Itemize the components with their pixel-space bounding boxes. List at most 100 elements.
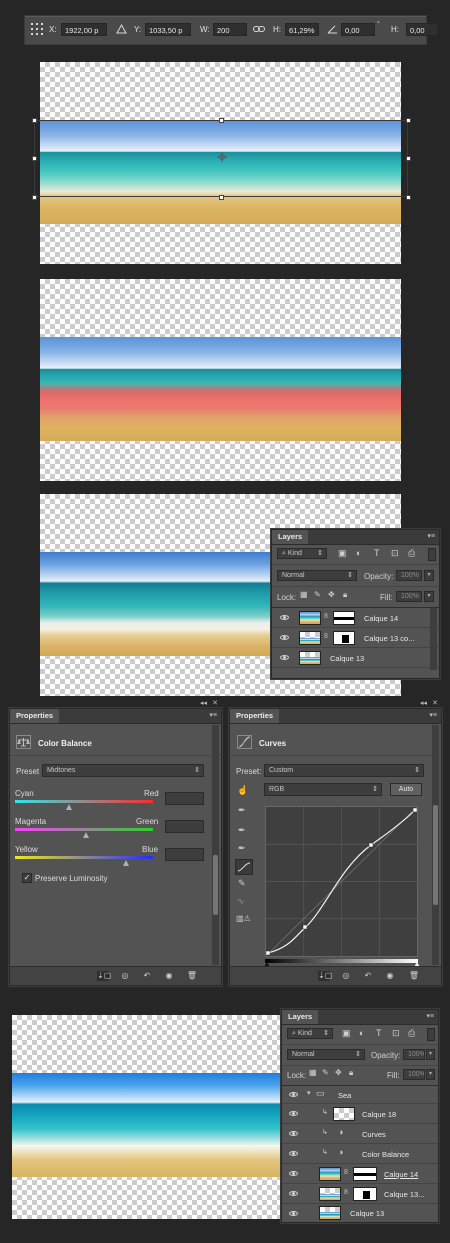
layer-name[interactable]: Calque 14 — [384, 1170, 418, 1179]
kind-filter[interactable]: ⌕ Kind ⇕ — [277, 548, 327, 559]
opacity-dropdown-icon[interactable]: ▾ — [424, 570, 434, 581]
lock-image-icon[interactable]: ✎ — [322, 1068, 329, 1077]
layer-mask-thumbnail[interactable] — [353, 1167, 377, 1181]
transform-handle[interactable] — [32, 156, 37, 161]
collapse-icon[interactable]: ◂◂ — [420, 699, 427, 707]
canvas-final[interactable] — [12, 1015, 281, 1219]
visibility-toggle-icon[interactable]: ◉ — [384, 971, 396, 981]
layer-name[interactable]: Calque 14 — [364, 614, 398, 623]
clipping-warning-icon[interactable]: ▥⚠ — [236, 914, 251, 923]
layer-name[interactable]: Calque 18 — [362, 1110, 396, 1119]
visibility-eye-icon[interactable] — [289, 1111, 298, 1116]
tab-layers[interactable]: Layers — [272, 530, 309, 544]
transform-handle[interactable] — [32, 118, 37, 123]
kind-filter[interactable]: ⌕ Kind ⇕ — [287, 1028, 333, 1039]
blend-mode-select[interactable]: Normal ⇕ — [287, 1049, 365, 1060]
panel-menu-icon[interactable]: ▾≡ — [209, 711, 217, 719]
x-field[interactable]: 1922,00 p — [61, 23, 107, 36]
visibility-eye-icon[interactable] — [280, 655, 289, 660]
layer-mask-thumbnail[interactable] — [353, 1187, 377, 1201]
skew-h-field[interactable]: 0,00 — [406, 23, 438, 36]
filter-smartobject-icon[interactable]: ⎙ — [408, 1028, 415, 1039]
layer-row[interactable]: Calque 13 — [272, 648, 439, 668]
delta-icon[interactable] — [116, 23, 127, 36]
channel-select[interactable]: RGB ⇕ — [264, 783, 382, 796]
tab-properties[interactable]: Properties — [10, 709, 60, 723]
transform-handle[interactable] — [219, 195, 224, 200]
slider-knob[interactable] — [123, 860, 129, 866]
layer-row[interactable]: 8 Calque 14 — [272, 608, 439, 628]
lock-position-icon[interactable]: ✥ — [335, 1068, 342, 1077]
gray-point-eyedropper-icon[interactable]: ✒ — [238, 825, 246, 836]
filter-type-icon[interactable]: T — [376, 1028, 382, 1038]
fill-dropdown-icon[interactable]: ▾ — [426, 1069, 435, 1080]
w-field[interactable]: 200 — [213, 23, 247, 36]
scroll-thumb[interactable] — [213, 855, 218, 915]
delete-icon[interactable]: 🗑︎ — [408, 971, 420, 981]
layer-name[interactable]: Sea — [338, 1091, 351, 1100]
reset-icon[interactable]: ↶ — [141, 971, 153, 981]
layer-row[interactable]: ↳ ◑ Color Balance — [282, 1144, 438, 1164]
pencil-draw-icon[interactable]: ✎ — [238, 878, 246, 889]
preserve-luminosity-checkbox[interactable]: ✓ — [22, 873, 32, 883]
reset-icon[interactable]: ↶ — [362, 971, 374, 981]
panel-menu-icon[interactable]: ▾≡ — [427, 532, 435, 540]
group-expand-icon[interactable]: ▾ — [307, 1089, 311, 1097]
filter-pixel-icon[interactable]: ▣ — [338, 548, 347, 559]
panel-menu-icon[interactable]: ▾≡ — [426, 1012, 434, 1020]
opacity-dropdown-icon[interactable]: ▾ — [426, 1049, 435, 1060]
delete-icon[interactable]: 🗑︎ — [186, 971, 198, 981]
black-point-eyedropper-icon[interactable]: ✒ — [238, 805, 246, 816]
layer-mask-thumbnail[interactable] — [333, 611, 355, 625]
clip-to-layer-icon[interactable]: ⇣▢ — [97, 971, 111, 981]
layer-row[interactable]: ↳ ◑ Curves — [282, 1124, 438, 1144]
panel-menu-icon[interactable]: ▾≡ — [429, 711, 437, 719]
view-previous-icon[interactable]: ◎ — [340, 971, 352, 981]
opacity-field[interactable]: 100% — [396, 570, 422, 581]
mask-link-icon[interactable]: 8 — [344, 1189, 348, 1196]
lock-all-icon[interactable]: 🔒︎ — [349, 1068, 353, 1078]
yellow-blue-slider[interactable] — [15, 856, 153, 859]
blend-mode-select[interactable]: Normal ⇕ — [277, 570, 357, 581]
properties-scrollbar[interactable] — [432, 725, 439, 965]
layer-mask-thumbnail[interactable] — [333, 631, 355, 645]
slider-knob[interactable] — [83, 832, 89, 838]
transform-handle[interactable] — [219, 118, 224, 123]
clip-to-layer-icon[interactable]: ⇣▢ — [318, 971, 332, 981]
cyan-red-value-field[interactable] — [165, 792, 204, 805]
visibility-eye-icon[interactable] — [280, 615, 289, 620]
layer-name[interactable]: Calque 13 — [350, 1209, 384, 1218]
visibility-eye-icon[interactable] — [289, 1131, 298, 1136]
filter-adjustment-icon[interactable]: ◐ — [359, 1028, 364, 1038]
close-icon[interactable]: ✕ — [432, 699, 438, 707]
curves-graph[interactable] — [265, 806, 418, 957]
layer-row[interactable]: 8 Calque 14 — [282, 1164, 438, 1184]
rotate-field[interactable]: 0,00 — [341, 23, 375, 36]
smooth-curve-icon[interactable]: ∿ — [237, 896, 245, 907]
visibility-eye-icon[interactable] — [289, 1151, 298, 1156]
visibility-eye-icon[interactable] — [289, 1092, 298, 1097]
auto-button[interactable]: Auto — [390, 783, 422, 796]
layer-row[interactable]: Calque 13 — [282, 1204, 438, 1222]
link-icon[interactable] — [253, 25, 265, 35]
layer-name[interactable]: Color Balance — [362, 1150, 409, 1159]
yellow-blue-value-field[interactable] — [165, 848, 204, 861]
mask-link-icon[interactable]: 8 — [344, 1169, 348, 1176]
y-field[interactable]: 1033,50 p — [145, 23, 191, 36]
layer-name[interactable]: Calque 13... — [384, 1190, 424, 1199]
layers-scrollbar[interactable] — [430, 608, 437, 670]
lock-transparent-icon[interactable]: ▦ — [309, 1068, 317, 1077]
visibility-eye-icon[interactable] — [289, 1191, 298, 1196]
tab-properties[interactable]: Properties — [230, 709, 280, 723]
view-previous-icon[interactable]: ◎ — [119, 971, 131, 981]
filter-shape-icon[interactable]: ⊡ — [392, 1028, 400, 1039]
close-icon[interactable]: ✕ — [212, 699, 218, 707]
lock-transparent-icon[interactable]: ▦ — [300, 590, 308, 599]
preset-select[interactable]: Custom ⇕ — [264, 764, 424, 777]
filter-toggle[interactable] — [427, 1028, 435, 1041]
reference-point-icon[interactable] — [30, 22, 44, 36]
slider-knob[interactable] — [66, 804, 72, 810]
layer-row[interactable]: ↳ Calque 18 — [282, 1104, 438, 1124]
scroll-thumb[interactable] — [433, 805, 438, 905]
visibility-eye-icon[interactable] — [280, 635, 289, 640]
